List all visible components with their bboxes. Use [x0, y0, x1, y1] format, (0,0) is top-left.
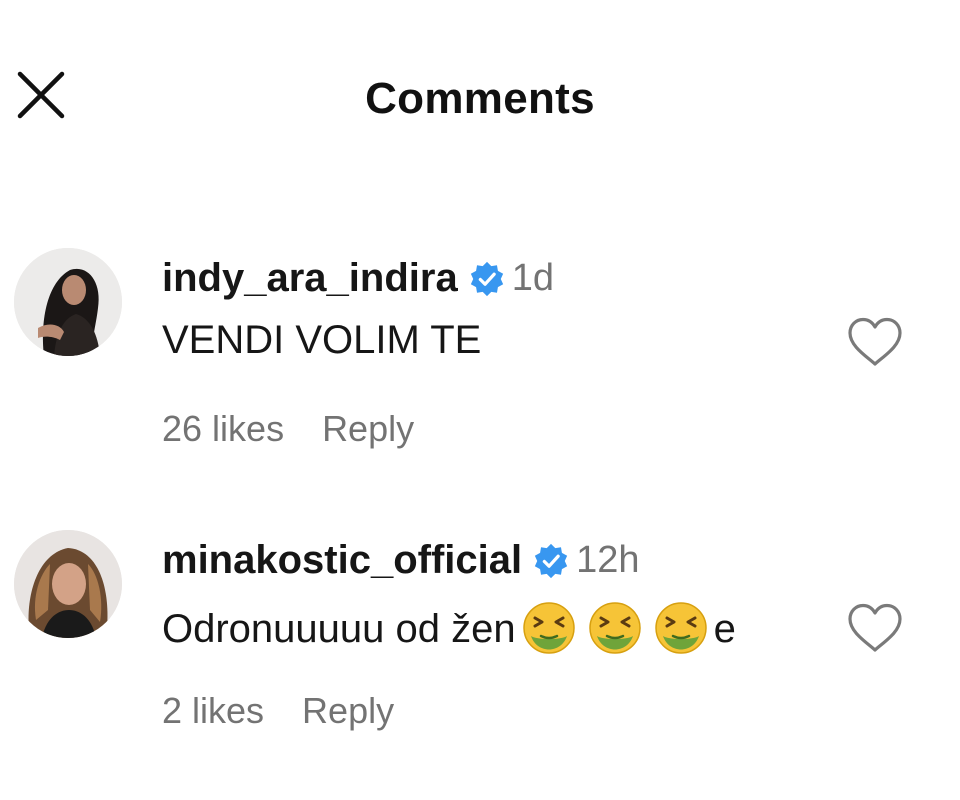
- comment-text-start: Odronuuuuu od žen: [162, 607, 516, 651]
- comment-item: minakostic_official 12h Odronuuuuu od že…: [0, 530, 960, 750]
- likes-count[interactable]: 26 likes: [162, 408, 284, 449]
- avatar-image: [14, 530, 122, 638]
- avatar[interactable]: [14, 248, 122, 356]
- comment-time: 12h: [576, 539, 640, 581]
- comment-text-end: e: [713, 607, 736, 651]
- verified-badge-icon: [532, 542, 570, 580]
- heart-outline-icon: [848, 317, 902, 366]
- comment-username[interactable]: indy_ara_indira: [162, 256, 458, 300]
- avatar-image: [14, 248, 122, 356]
- like-button[interactable]: [846, 316, 904, 368]
- comments-header: Comments: [0, 0, 960, 190]
- reply-button[interactable]: Reply: [322, 408, 414, 449]
- heart-outline-icon: [848, 603, 902, 652]
- nauseated-face-emoji-icon: [587, 600, 643, 656]
- likes-count[interactable]: 2 likes: [162, 690, 264, 731]
- like-button[interactable]: [846, 602, 904, 654]
- comment-actions: 2 likes Reply: [162, 690, 394, 732]
- comment-text: Odronuuuuu od žen e: [162, 600, 736, 656]
- verified-badge-icon: [468, 260, 506, 298]
- reply-button[interactable]: Reply: [302, 690, 394, 731]
- comment-username[interactable]: minakostic_official: [162, 538, 522, 582]
- comment-meta: indy_ara_indira 1d: [162, 256, 554, 301]
- comment-text: VENDI VOLIM TE: [162, 318, 482, 362]
- nauseated-face-emoji-icon: [521, 600, 577, 656]
- comment-item: indy_ara_indira 1d VENDI VOLIM TE 26 lik…: [0, 246, 960, 466]
- page-title: Comments: [365, 74, 595, 123]
- avatar[interactable]: [14, 530, 122, 638]
- nauseated-face-emoji-icon: [653, 600, 709, 656]
- comment-time: 1d: [511, 257, 554, 299]
- comment-actions: 26 likes Reply: [162, 408, 414, 450]
- comment-meta: minakostic_official 12h: [162, 538, 640, 583]
